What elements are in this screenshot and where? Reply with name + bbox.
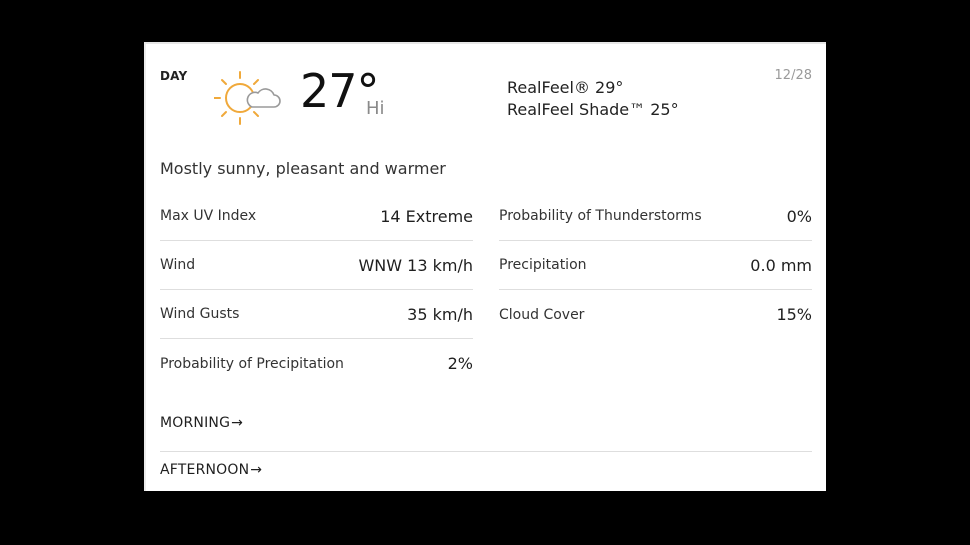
mostly-sunny-icon [214,71,281,125]
detail-value: 0% [786,206,812,226]
weather-phrase: Mostly sunny, pleasant and warmer [160,159,446,178]
realfeel-shade-value: RealFeel Shade™ 25° [507,100,679,119]
details-left-column: Max UV Index 14 Extreme Wind WNW 13 km/h… [160,192,473,388]
morning-link[interactable]: MORNING→ [160,415,812,452]
detail-label: Precipitation [499,257,587,273]
detail-row-precipitation: Precipitation 0.0 mm [499,241,812,290]
detail-label: Max UV Index [160,208,257,224]
detail-value: 35 km/h [407,304,473,324]
realfeel-value: RealFeel® 29° [507,78,624,97]
detail-row-wind: Wind WNW 13 km/h [160,241,473,290]
realfeel-block: RealFeel® 29° RealFeel Shade™ 25° [507,77,679,121]
detail-row-cloud-cover: Cloud Cover 15% [499,290,812,339]
detail-label: Wind [160,257,196,273]
detail-row-precip-probability: Probability of Precipitation 2% [160,339,473,388]
arrow-right-icon: → [250,462,263,478]
detail-value: 0.0 mm [750,255,812,275]
detail-row-thunderstorm-probability: Probability of Thunderstorms 0% [499,192,812,241]
detail-value: 14 Extreme [380,206,473,226]
detail-label: Probability of Precipitation [160,355,344,372]
period-label: DAY [160,69,188,83]
detail-label: Probability of Thunderstorms [499,208,702,224]
afternoon-label: AFTERNOON [160,462,250,478]
afternoon-link[interactable]: AFTERNOON→ [160,462,812,478]
detail-value: 15% [776,305,812,324]
forecast-date: 12/28 [774,68,812,83]
detail-label: Wind Gusts [160,306,240,322]
detail-row-max-uv: Max UV Index 14 Extreme [160,192,473,241]
detail-label: Cloud Cover [499,306,585,323]
detail-value: 2% [447,354,473,373]
day-forecast-card: DAY 27° Hi RealFeel® 29° RealFeel Shade™… [144,42,826,491]
details-right-column: Probability of Thunderstorms 0% Precipit… [499,192,812,339]
temperature-suffix: Hi [366,98,385,119]
arrow-right-icon: → [231,415,244,431]
morning-label: MORNING [160,415,231,431]
detail-value: WNW 13 km/h [358,255,473,275]
detail-row-wind-gusts: Wind Gusts 35 km/h [160,290,473,339]
